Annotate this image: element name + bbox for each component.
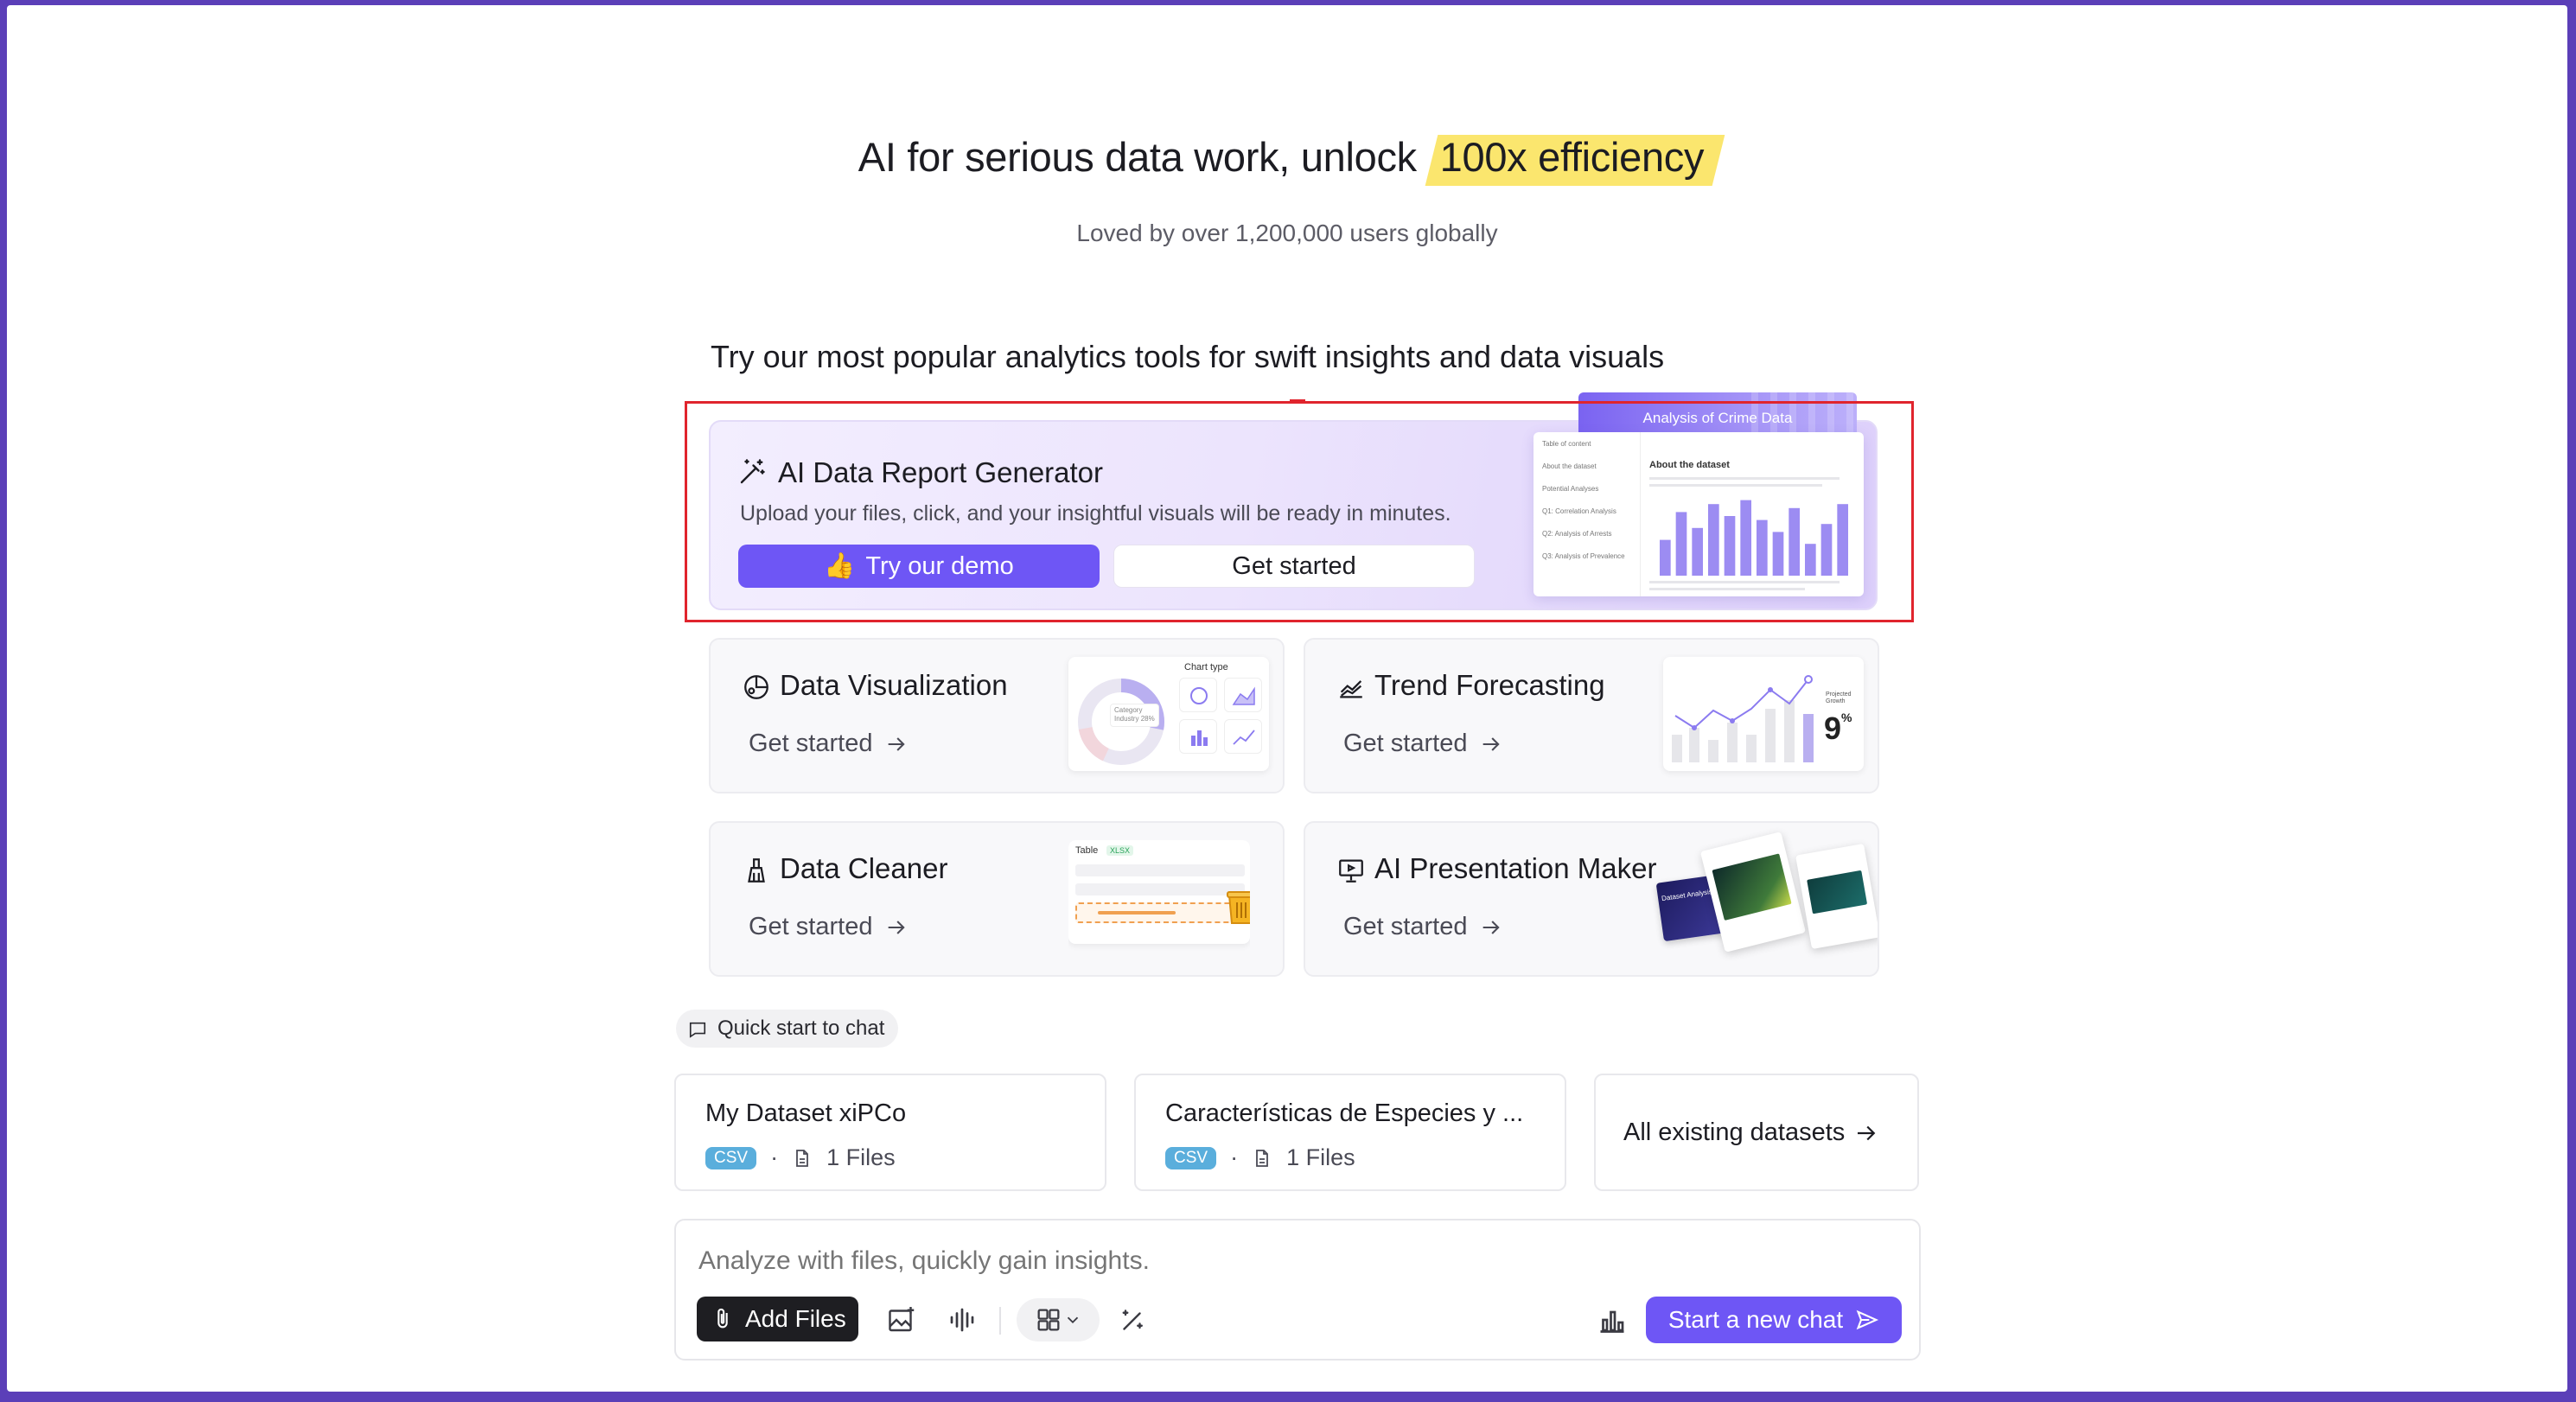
image-upload-button[interactable] xyxy=(880,1298,923,1341)
magic-prompt-button[interactable] xyxy=(1112,1298,1155,1341)
data-visualization-thumbnail: Category Industry 28% Chart type xyxy=(1068,657,1269,771)
trash-icon xyxy=(1227,891,1250,924)
audio-wave-icon xyxy=(950,1308,974,1332)
annotation-marker xyxy=(1290,399,1305,402)
data-visualization-get-started[interactable]: Get started xyxy=(749,730,909,758)
all-datasets-label: All existing datasets xyxy=(1623,1118,1846,1146)
slide-thumbnail xyxy=(1699,832,1807,953)
trend-forecasting-thumbnail: Projected Growth 9% xyxy=(1663,657,1864,771)
page-subtitle: Loved by over 1,200,000 users globally xyxy=(1076,220,1498,246)
growth-number: 9 xyxy=(1824,711,1842,746)
tools-heading: Try our most popular analytics tools for… xyxy=(711,339,1665,374)
data-visualization-title: Data Visualization xyxy=(780,669,1008,701)
donut-category-label: Category xyxy=(1114,706,1143,714)
image-icon xyxy=(889,1307,915,1332)
start-new-chat-button[interactable]: Start a new chat xyxy=(1646,1297,1902,1343)
quick-start-chat-pill[interactable]: Quick start to chat xyxy=(676,1010,899,1048)
donut-industry-label: Industry xyxy=(1114,715,1139,723)
chat-composer: Add Files Start a new chat xyxy=(674,1219,1921,1361)
data-visualization-card[interactable]: Data Visualization Get started Category … xyxy=(709,638,1285,793)
dataset-name: My Dataset xiPCo xyxy=(705,1099,907,1127)
trend-chart-icon xyxy=(1340,680,1362,698)
dataset-name: Características de Especies y ... xyxy=(1165,1099,1524,1127)
data-cleaner-title: Data Cleaner xyxy=(780,852,948,884)
arrow-right-icon xyxy=(1858,1125,1876,1140)
get-started-label: Get started xyxy=(749,913,873,940)
file-icon xyxy=(796,1149,808,1167)
annotation-highlight-box xyxy=(685,401,1914,622)
get-started-label: Get started xyxy=(1343,730,1468,757)
line-chart-icon xyxy=(1224,719,1262,754)
presentation-maker-get-started[interactable]: Get started xyxy=(1343,913,1503,941)
trend-forecasting-card[interactable]: Trend Forecasting Get started Projected … xyxy=(1304,638,1879,793)
data-cleaner-get-started[interactable]: Get started xyxy=(749,913,909,941)
dataset-file-count: 1 Files xyxy=(1286,1144,1355,1170)
dataset-file-count: 1 Files xyxy=(826,1144,896,1170)
chart-button[interactable] xyxy=(1591,1298,1634,1341)
start-new-chat-label: Start a new chat xyxy=(1667,1306,1844,1333)
dataset-card[interactable]: Características de Especies y ... CSV · … xyxy=(1134,1074,1566,1191)
bar-chart-icon xyxy=(1179,719,1217,754)
dataset-card[interactable]: My Dataset xiPCo CSV · 1 Files xyxy=(674,1074,1106,1191)
add-files-label: Add Files xyxy=(745,1305,846,1332)
donut-tooltip: Category Industry 28% xyxy=(1110,704,1159,727)
chat-input[interactable] xyxy=(698,1246,1736,1276)
trend-forecasting-title: Trend Forecasting xyxy=(1374,669,1605,701)
file-icon xyxy=(1256,1149,1268,1167)
presentation-maker-card[interactable]: AI Presentation Maker Get started Datase… xyxy=(1304,821,1879,977)
arrow-right-icon xyxy=(1483,920,1501,934)
presentation-slides-graphic: Dataset Analysis xyxy=(1651,832,1878,970)
presentation-icon xyxy=(1339,859,1363,883)
voice-input-button[interactable] xyxy=(940,1298,984,1341)
tools-dropdown-button[interactable] xyxy=(1017,1298,1100,1341)
paperclip-icon xyxy=(717,1308,728,1329)
data-cleaner-card[interactable]: Data Cleaner Get started Table XLSX xyxy=(709,821,1285,977)
page-title: AI for serious data work, unlock 100x ef… xyxy=(7,133,2567,181)
xlsx-badge: XLSX xyxy=(1106,845,1134,856)
get-started-label: Get started xyxy=(749,730,873,757)
csv-badge: CSV xyxy=(705,1146,757,1169)
chart-palette-icon xyxy=(744,675,768,699)
dataset-meta: CSV · 1 Files xyxy=(1165,1144,1355,1171)
area-chart-icon xyxy=(1224,678,1262,712)
send-icon xyxy=(1856,1310,1879,1330)
app-window: AI for serious data work, unlock 100x ef… xyxy=(7,5,2567,1392)
arrow-right-icon xyxy=(1483,736,1501,751)
donut-percentage: 28% xyxy=(1140,715,1155,723)
chevron-down-icon xyxy=(1067,1316,1079,1324)
bar-chart-icon xyxy=(1600,1310,1624,1333)
title-text: AI for serious data work, unlock xyxy=(858,134,1417,180)
title-highlight: 100x efficiency xyxy=(1428,133,1717,181)
magic-wand-icon xyxy=(1122,1310,1143,1330)
title-highlight-text: 100x efficiency xyxy=(1439,134,1705,180)
chat-bubble-icon xyxy=(689,1022,706,1038)
projected-growth-label: Projected Growth xyxy=(1826,691,1852,705)
chart-type-label: Chart type xyxy=(1184,662,1228,672)
slide-thumbnail xyxy=(1795,843,1878,950)
trend-forecasting-get-started[interactable]: Get started xyxy=(1343,730,1503,758)
pie-chart-icon xyxy=(1179,678,1217,712)
meta-separator: · xyxy=(1230,1144,1239,1170)
meta-separator: · xyxy=(770,1144,779,1170)
dataset-meta: CSV · 1 Files xyxy=(705,1144,896,1171)
add-files-button[interactable]: Add Files xyxy=(697,1297,858,1341)
data-cleaner-thumbnail: Table XLSX xyxy=(1068,840,1250,954)
broom-icon xyxy=(748,858,765,883)
arrow-right-icon xyxy=(889,736,906,751)
toolbar-divider xyxy=(999,1307,1001,1335)
all-datasets-button[interactable]: All existing datasets xyxy=(1594,1074,1919,1191)
presentation-maker-title: AI Presentation Maker xyxy=(1374,852,1657,884)
grid-icon xyxy=(1037,1309,1060,1331)
arrow-right-icon xyxy=(889,920,906,934)
csv-badge: CSV xyxy=(1165,1146,1217,1169)
quick-start-label: Quick start to chat xyxy=(717,1016,885,1040)
table-label: Table xyxy=(1075,845,1099,856)
projected-growth-value: 9% xyxy=(1824,711,1852,746)
get-started-label: Get started xyxy=(1343,913,1468,940)
